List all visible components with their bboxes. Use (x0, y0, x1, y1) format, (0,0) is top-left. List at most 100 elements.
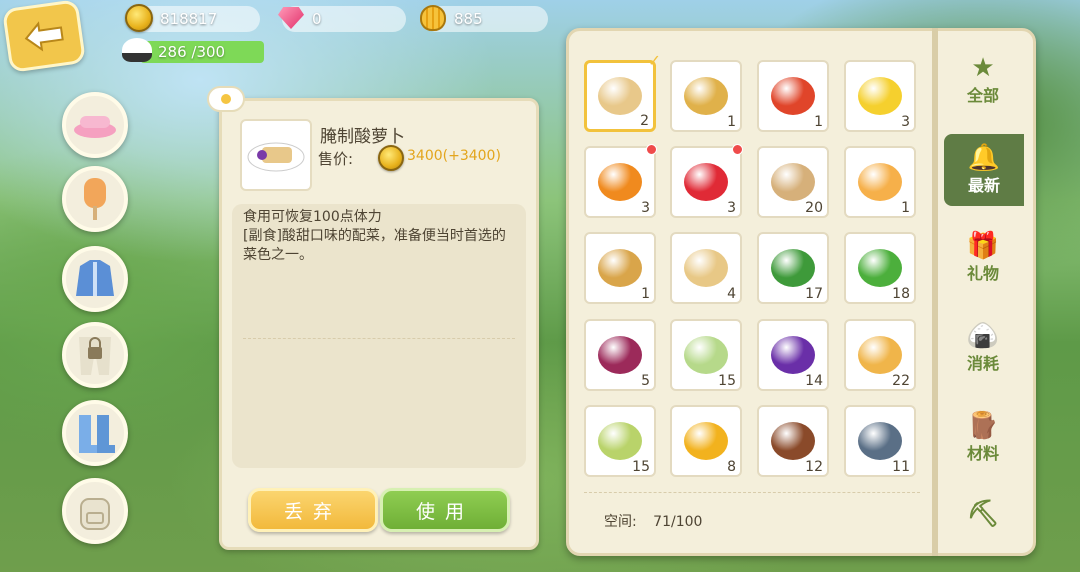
nav-pants-button[interactable] (62, 322, 128, 388)
eggplant-icon (771, 336, 815, 374)
artichoke-icon (598, 422, 642, 460)
nav-hat-button[interactable] (62, 92, 128, 158)
back-button[interactable] (1, 0, 87, 73)
pineapple-icon (684, 422, 728, 460)
inventory-slot[interactable]: 1 (757, 60, 829, 132)
popsicle-icon (84, 178, 106, 220)
nav-shoes-button[interactable] (62, 400, 128, 466)
inventory-slot[interactable]: 12 (757, 405, 829, 477)
item-count: 14 (805, 373, 823, 389)
pickled-radish-icon (247, 142, 305, 172)
tab-gift[interactable]: 🎁 礼物 (944, 222, 1022, 294)
rice-ball-icon: 🍙 (966, 321, 1000, 351)
inventory-space: 空间: 71/100 (604, 511, 702, 531)
inventory-slot[interactable]: 18 (844, 232, 916, 304)
seed-bag-icon (684, 249, 728, 287)
inventory-slot[interactable]: 11 (844, 405, 916, 477)
tab-rice-ball[interactable]: 🍙 消耗 (944, 312, 1022, 384)
item-count: 4 (727, 286, 736, 302)
item-count: 3 (727, 200, 736, 216)
watermelon-icon (771, 249, 815, 287)
item-count: 22 (892, 373, 910, 389)
item-count: 1 (901, 200, 910, 216)
tab-shovel[interactable]: ⛏ (944, 478, 1022, 550)
nav-food-button[interactable] (62, 166, 128, 232)
tomato-dish-icon (771, 77, 815, 115)
use-button[interactable]: 使用 (380, 488, 510, 532)
inventory-slot[interactable]: 1 (670, 60, 742, 132)
item-count: 3 (901, 114, 910, 130)
fish-icon (858, 422, 902, 460)
inventory-slot[interactable]: 15 (670, 319, 742, 391)
gem-icon (278, 7, 304, 29)
new-badge (646, 144, 657, 155)
tab-bell[interactable]: 🔔 最新 (944, 134, 1024, 206)
coin-icon (125, 4, 153, 32)
broccoli-icon (858, 249, 902, 287)
divider (243, 338, 515, 339)
inventory-slot[interactable]: 3 (670, 144, 743, 218)
inventory-slot[interactable]: 15 (584, 405, 656, 477)
item-count: 12 (805, 459, 823, 475)
locked-pants-icon (79, 337, 111, 375)
inventory-slot[interactable]: 1 (584, 232, 656, 304)
item-count: 20 (805, 200, 823, 216)
inventory-slot[interactable]: 3 (844, 60, 916, 132)
rice-ball-stamina-icon (122, 38, 152, 62)
boots-icon (79, 415, 115, 453)
item-count: 1 (814, 114, 823, 130)
item-count: 5 (641, 373, 650, 389)
shovel-icon: ⛏ (966, 499, 1000, 529)
discard-button[interactable]: 丢弃 (248, 488, 378, 532)
item-count: 15 (718, 373, 736, 389)
check-icon: ✓ (647, 51, 661, 70)
inventory-slot[interactable]: 8 (670, 405, 742, 477)
pickled-radish-icon (598, 77, 642, 115)
coin-counter: 818817 (125, 4, 260, 32)
gem-counter: 0 (278, 6, 406, 32)
new-badge (732, 144, 743, 155)
space-label: 空间: (604, 514, 637, 530)
tab-star[interactable]: ★ 全部 (944, 44, 1022, 116)
item-count: 15 (632, 459, 650, 475)
inventory-slot[interactable]: 3 (584, 144, 657, 218)
onion-icon (598, 336, 642, 374)
flour-sack-icon (771, 163, 815, 201)
gift-icon: 🎁 (966, 231, 1000, 261)
back-arrow-icon (24, 21, 64, 52)
shell-counter: 885 (420, 5, 548, 32)
tab-label: 最新 (967, 176, 1000, 195)
item-thumbnail (240, 119, 312, 191)
nav-bag-button[interactable] (62, 478, 128, 544)
item-count: 1 (641, 286, 650, 302)
item-count: 8 (727, 459, 736, 475)
inventory-slot[interactable]: 17 (757, 232, 829, 304)
inventory-slot[interactable]: 1 (844, 146, 916, 218)
jacket-icon (76, 260, 114, 296)
item-count: 17 (805, 286, 823, 302)
inventory-slot[interactable]: 14 (757, 319, 829, 391)
item-count: 18 (892, 286, 910, 302)
inventory-slot[interactable]: 4 (670, 232, 742, 304)
divider (584, 492, 920, 493)
cabbage-icon (684, 336, 728, 374)
star-icon: ★ (971, 53, 995, 83)
wheat-icon (598, 249, 642, 287)
inventory-slot[interactable]: 2 ✓ (584, 51, 661, 132)
tab-label: 礼物 (966, 264, 999, 283)
pumpkin-icon (598, 163, 642, 201)
tab-wood[interactable]: 🪵 材料 (944, 402, 1022, 474)
item-count: 3 (641, 200, 650, 216)
flower-decoration-icon (207, 86, 245, 112)
price-label: 售价: (318, 150, 354, 168)
inventory-slot[interactable]: 5 (584, 319, 656, 391)
dish-icon (684, 77, 728, 115)
tab-label: 消耗 (966, 354, 999, 373)
price-coin-icon (378, 145, 404, 171)
visor-hat-icon (74, 116, 116, 138)
price-value: 3400(+3400) (407, 148, 501, 164)
inventory-slot[interactable]: 22 (844, 319, 916, 391)
inventory-slot[interactable]: 20 (757, 146, 829, 218)
wood-icon: 🪵 (966, 411, 1000, 441)
nav-clothes-button[interactable] (62, 246, 128, 312)
